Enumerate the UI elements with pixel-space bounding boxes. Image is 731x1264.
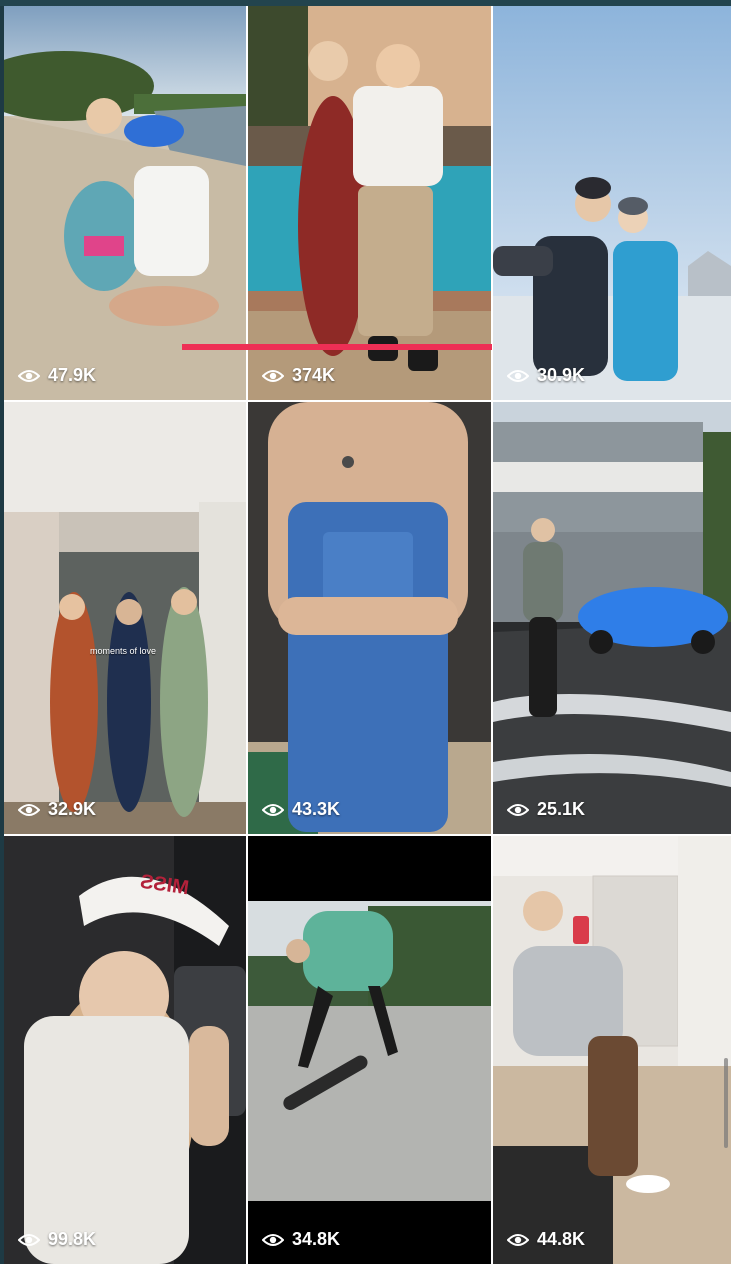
video-thumbnail-5[interactable]: 43.3K (248, 402, 491, 834)
view-count-text: 25.1K (537, 799, 586, 819)
view-count: 25.1K (507, 799, 585, 820)
video-thumbnail-4[interactable]: moments of love 32.9K (4, 402, 246, 834)
video-thumbnail-1[interactable]: 47.9K (4, 6, 246, 400)
video-thumbnail-2[interactable]: 374K (248, 6, 491, 400)
video-grid: 47.9K 374K 30.9K moments of love 32.9K 4… (4, 6, 731, 1264)
view-count: 47.9K (18, 365, 96, 386)
thumbnail-image (493, 402, 731, 834)
view-count: 30.9K (507, 365, 585, 386)
video-thumbnail-9[interactable]: 44.8K (493, 836, 731, 1264)
view-count-text: 34.8K (292, 1229, 341, 1249)
watch-progress-bar (182, 344, 492, 350)
eye-icon (507, 1233, 529, 1246)
thumbnail-image (493, 836, 731, 1264)
eye-icon (262, 1233, 284, 1246)
thumbnail-image (248, 6, 491, 400)
eye-icon (507, 369, 529, 382)
eye-icon (262, 369, 284, 382)
video-thumbnail-7[interactable]: MISS 99.8K (4, 836, 246, 1264)
view-count: 374K (262, 365, 335, 386)
eye-icon (18, 1233, 40, 1246)
view-count: 43.3K (262, 799, 340, 820)
view-count-text: 30.9K (537, 365, 586, 385)
thumbnail-image (493, 6, 731, 400)
eye-icon (507, 803, 529, 816)
thumbnail-image (248, 402, 491, 834)
video-thumbnail-3[interactable]: 30.9K (493, 6, 731, 400)
view-count-text: 43.3K (292, 799, 341, 819)
eye-icon (18, 369, 40, 382)
scrollbar-thumb[interactable] (724, 1058, 728, 1148)
view-count-text: 374K (292, 365, 336, 385)
eye-icon (262, 803, 284, 816)
eye-icon (18, 803, 40, 816)
thumbnail-image (4, 402, 246, 834)
view-count: 34.8K (262, 1229, 340, 1250)
view-count-text: 32.9K (48, 799, 97, 819)
thumbnail-image (4, 6, 246, 400)
view-count-text: 44.8K (537, 1229, 586, 1249)
thumbnail-image (248, 836, 491, 1264)
view-count: 44.8K (507, 1229, 585, 1250)
thumbnail-image (4, 836, 246, 1264)
video-thumbnail-6[interactable]: 25.1K (493, 402, 731, 834)
view-count: 32.9K (18, 799, 96, 820)
view-count: 99.8K (18, 1229, 96, 1250)
video-thumbnail-8[interactable]: 34.8K (248, 836, 491, 1264)
view-count-text: 99.8K (48, 1229, 97, 1249)
video-caption: moments of love (90, 646, 157, 656)
view-count-text: 47.9K (48, 365, 97, 385)
